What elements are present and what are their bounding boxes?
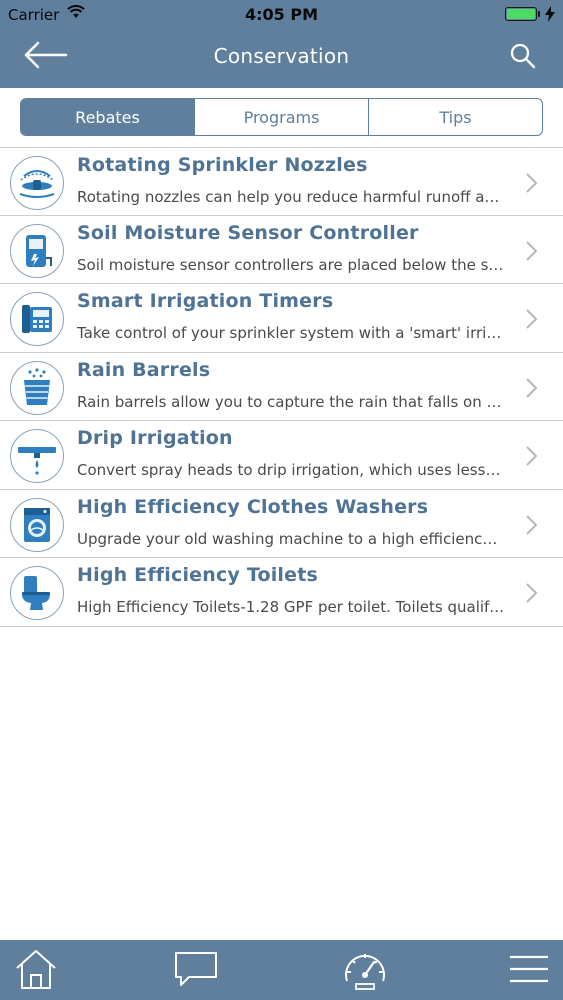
list-item[interactable]: High Efficiency Toilets High Efficiency …: [0, 558, 563, 627]
list-item[interactable]: Rain Barrels Rain barrels allow you to c…: [0, 353, 563, 421]
clock-time: 4:05 PM: [244, 5, 318, 24]
irrigation-timer-icon: [10, 292, 64, 346]
toilet-icon: [10, 566, 64, 620]
item-title: Soil Moisture Sensor Controller: [77, 221, 419, 244]
item-title: Smart Irrigation Timers: [77, 290, 334, 312]
item-subtitle: Rotating nozzles can help you reduce har…: [77, 188, 505, 206]
page-title: Conservation: [213, 44, 350, 68]
tab-programs[interactable]: Programs: [195, 99, 369, 135]
bottom-tab-bar: [0, 940, 563, 1000]
usage-tab[interactable]: [341, 948, 389, 994]
chevron-right-icon: [525, 308, 539, 330]
battery-icon: [505, 7, 540, 21]
list-item[interactable]: Smart Irrigation Timers Take control of …: [0, 284, 563, 353]
chevron-right-icon: [525, 172, 539, 194]
item-subtitle: Convert spray heads to drip irrigation, …: [77, 461, 505, 479]
navigation-header: Carrier 4:05 PM Conservation: [0, 0, 563, 88]
moisture-sensor-icon: [10, 223, 64, 278]
item-title: High Efficiency Clothes Washers: [77, 495, 429, 518]
list-item[interactable]: Drip Irrigation Convert spray heads to d…: [0, 421, 563, 490]
chevron-right-icon: [525, 240, 539, 262]
item-subtitle: High Efficiency Toilets-1.28 GPF per toi…: [77, 598, 505, 616]
item-title: Rotating Sprinkler Nozzles: [77, 154, 368, 176]
menu-icon: [508, 953, 550, 989]
status-bar: Carrier 4:05 PM: [0, 0, 563, 30]
list-item[interactable]: Rotating Sprinkler Nozzles Rotating nozz…: [0, 147, 563, 216]
item-title: Rain Barrels: [77, 358, 211, 381]
charging-bolt-icon: [545, 6, 555, 26]
tab-tips[interactable]: Tips: [369, 99, 542, 135]
menu-tab[interactable]: [505, 948, 553, 994]
search-button[interactable]: [509, 42, 539, 72]
search-icon: [509, 43, 537, 74]
clothes-washer-icon: [10, 497, 64, 552]
messages-tab[interactable]: [172, 948, 220, 994]
chevron-right-icon: [525, 377, 539, 399]
home-icon: [14, 948, 58, 994]
home-tab[interactable]: [12, 948, 60, 994]
segmented-control: Rebates Programs Tips: [20, 98, 543, 136]
tab-rebates[interactable]: Rebates: [21, 99, 195, 135]
item-subtitle: Upgrade your old washing machine to a hi…: [77, 529, 505, 548]
list-item[interactable]: High Efficiency Clothes Washers Upgrade …: [0, 490, 563, 558]
rebates-list: Rotating Sprinkler Nozzles Rotating nozz…: [0, 147, 563, 627]
speedometer-icon: [341, 947, 389, 995]
chevron-right-icon: [525, 582, 539, 604]
drip-irrigation-icon: [10, 429, 64, 483]
item-subtitle: Rain barrels allow you to capture the ra…: [77, 392, 505, 411]
rain-barrel-icon: [10, 360, 64, 415]
item-title: Drip Irrigation: [77, 427, 233, 449]
segmented-control-container: Rebates Programs Tips: [0, 88, 563, 146]
item-title: High Efficiency Toilets: [77, 564, 319, 586]
chevron-right-icon: [525, 514, 539, 536]
item-subtitle: Take control of your sprinkler system wi…: [77, 324, 505, 342]
chat-bubble-icon: [173, 949, 219, 993]
item-subtitle: Soil moisture sensor controllers are pla…: [77, 255, 505, 274]
sprinkler-nozzle-icon: [10, 156, 64, 210]
chevron-right-icon: [525, 445, 539, 467]
list-item[interactable]: Soil Moisture Sensor Controller Soil moi…: [0, 216, 563, 284]
